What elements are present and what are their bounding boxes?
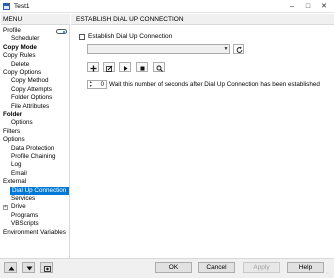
cancel-button[interactable]: Cancel <box>198 262 235 273</box>
app-icon <box>3 3 10 10</box>
sidebar-item-profile-chaining[interactable]: Profile Chaining <box>11 153 55 161</box>
sidebar-item-copy-mode[interactable]: Copy Mode <box>3 44 37 52</box>
sidebar-item-folder-options[interactable]: Folder Options <box>11 94 52 102</box>
refresh-icon <box>236 46 243 53</box>
wait-seconds-stepper[interactable]: ▲ ▼ 0 <box>87 80 107 89</box>
connection-select[interactable] <box>87 44 230 54</box>
screenshot-button[interactable] <box>40 262 53 273</box>
stop-icon <box>140 66 145 70</box>
sidebar-item-options[interactable]: Options <box>11 119 33 127</box>
refresh-button[interactable] <box>233 44 244 54</box>
stepper-arrows-icon[interactable]: ▲ ▼ <box>89 80 94 88</box>
run-icon <box>124 65 128 71</box>
sidebar-item-log[interactable]: Log <box>11 161 22 169</box>
content-header: ESTABLISH DIAL UP CONNECTION <box>71 14 334 25</box>
add-icon <box>90 65 97 71</box>
sidebar-item-services[interactable]: Services <box>11 195 35 203</box>
resize-grip-icon[interactable]: ⋱ <box>326 271 332 277</box>
arrow-up-icon <box>8 266 14 270</box>
sidebar-item-environment-variables[interactable]: Environment Variables <box>3 229 66 237</box>
sidebar-item-programs[interactable]: Programs <box>11 212 38 220</box>
run-button[interactable] <box>119 62 131 72</box>
sidebar-item-profile[interactable]: Profile <box>3 27 21 35</box>
sidebar-item-copy-rules[interactable]: Copy Rules <box>3 52 36 60</box>
expand-icon[interactable]: + <box>3 204 8 210</box>
image-icon <box>43 265 51 272</box>
sidebar-header: MENU <box>1 14 70 25</box>
wait-seconds-value: 0 <box>100 82 104 88</box>
chevron-down-icon[interactable]: ▼ <box>223 45 229 53</box>
establish-checkbox[interactable] <box>79 34 85 40</box>
sidebar-item-vbscripts[interactable]: VBScripts <box>11 220 39 228</box>
sidebar-item-dial-up-connection[interactable]: Dial Up Connection <box>10 186 69 195</box>
move-up-button[interactable] <box>4 262 17 273</box>
close-button[interactable]: ✕ <box>317 1 331 12</box>
minimize-button[interactable]: – <box>285 1 299 12</box>
maximize-button[interactable]: □ <box>301 1 315 12</box>
sidebar-item-copy-attempts[interactable]: Copy Attempts <box>11 86 52 94</box>
arrow-down-icon <box>26 266 32 270</box>
title-bar: Test1 – □ ✕ <box>0 0 334 13</box>
sidebar-item-file-attributes[interactable]: File Attributes <box>11 103 49 111</box>
edit-button[interactable] <box>103 62 115 72</box>
establish-checkbox-label[interactable]: Establish Dial Up Connection <box>88 33 172 40</box>
sidebar-item-data-protection[interactable]: Data Protection <box>11 145 54 153</box>
sidebar-item-copy-options[interactable]: Copy Options <box>3 69 41 77</box>
add-button[interactable] <box>87 62 99 72</box>
move-down-button[interactable] <box>22 262 35 273</box>
sidebar-item-email[interactable]: Email <box>11 170 27 178</box>
sidebar-item-external[interactable]: External <box>3 178 26 186</box>
search-button[interactable] <box>153 62 165 72</box>
sidebar-item-scheduler[interactable]: Scheduler <box>11 35 39 43</box>
wait-seconds-label: Wait this number of seconds after Dial U… <box>109 80 320 88</box>
sidebar-item-delete[interactable]: Delete <box>11 61 29 69</box>
content-title: ESTABLISH DIAL UP CONNECTION <box>76 16 184 23</box>
sidebar-item-folder[interactable]: Folder <box>3 111 22 119</box>
toggle-switch[interactable] <box>56 29 67 34</box>
sidebar-item-copy-method[interactable]: Copy Method <box>11 77 48 85</box>
window-title: Test1 <box>14 3 30 10</box>
edit-icon <box>106 65 113 72</box>
help-button[interactable]: Help <box>287 262 324 273</box>
ok-button[interactable]: OK <box>155 262 192 273</box>
apply-button[interactable]: Apply <box>243 262 280 273</box>
sidebar-item-filters[interactable]: Filters <box>3 128 20 136</box>
sidebar-item-options[interactable]: Options <box>3 136 25 144</box>
sidebar-title: MENU <box>3 16 23 23</box>
sidebar-item-drive[interactable]: Drive <box>11 203 26 211</box>
search-icon <box>156 65 163 72</box>
stop-button[interactable] <box>136 62 148 72</box>
sidebar: MENU Profile Scheduler Copy Mode Copy Rules… <box>1 14 70 258</box>
